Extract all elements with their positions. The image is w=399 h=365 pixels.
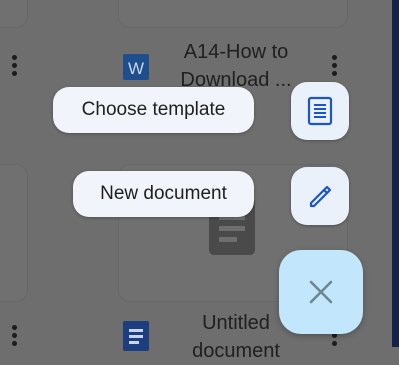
choose-template-label[interactable]: Choose template (53, 87, 254, 133)
file-title[interactable]: A14-How to Download ... (168, 38, 304, 94)
pencil-icon (309, 185, 332, 208)
svg-text:W: W (128, 59, 144, 78)
close-fab-button[interactable] (279, 250, 363, 334)
choose-template-button[interactable] (291, 82, 349, 140)
new-document-label[interactable]: New document (73, 171, 254, 217)
file-thumbnail-card[interactable] (0, 164, 28, 302)
file-title-line: A14-How to (183, 41, 289, 63)
template-icon (307, 96, 333, 126)
more-options-icon[interactable] (11, 325, 17, 353)
close-icon (309, 280, 333, 304)
more-options-icon[interactable] (331, 55, 337, 83)
more-options-icon[interactable] (11, 55, 17, 83)
file-thumbnail-card[interactable] (0, 0, 28, 28)
file-title-line: document (192, 340, 280, 362)
word-file-icon: W (123, 54, 149, 80)
new-document-button[interactable] (291, 167, 349, 225)
file-thumbnail-card[interactable] (118, 0, 348, 28)
screen-edge (392, 0, 399, 347)
